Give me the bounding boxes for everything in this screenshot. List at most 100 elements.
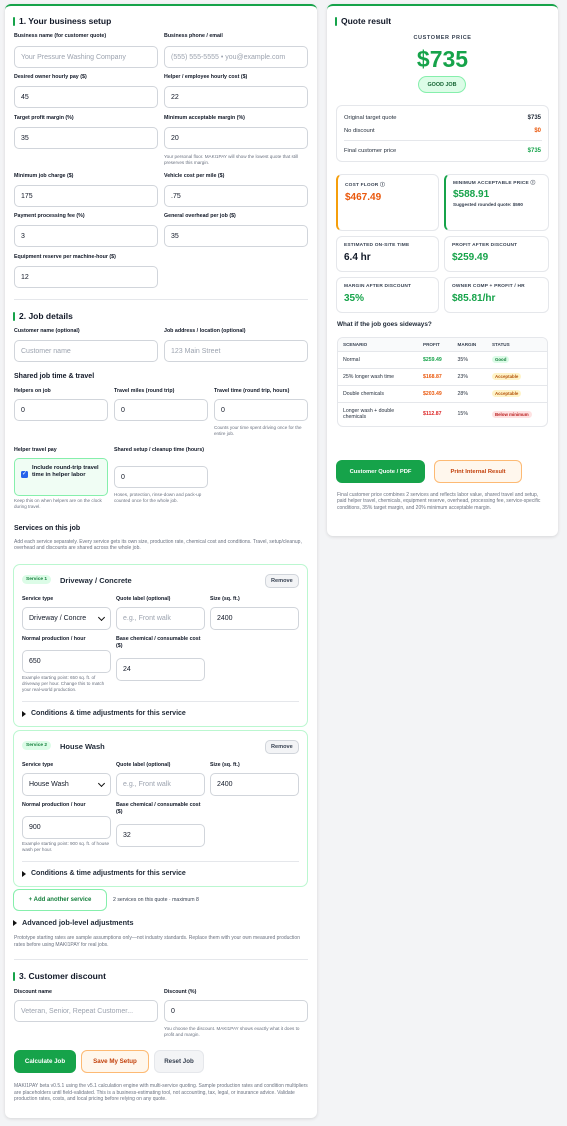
service-badge: Service 1	[22, 575, 52, 584]
chevron-down-icon	[97, 613, 106, 621]
reset-job-button[interactable]: Reset Job	[154, 1050, 204, 1073]
services-section-title: Services on this job	[14, 525, 81, 532]
min-charge-input[interactable]: 175	[14, 185, 158, 207]
scenario-cell: Longer wash + double chemicals	[343, 408, 395, 421]
travel-miles-input[interactable]: 0	[114, 399, 208, 421]
summary-label: No discount	[344, 128, 375, 134]
min-margin-input[interactable]: 20	[164, 127, 308, 149]
helpers-label: Helpers on job	[14, 388, 51, 394]
table-row: Longer wash + double chemicals $112.87 1…	[338, 402, 547, 426]
target-margin-input[interactable]: 35	[14, 127, 158, 149]
size-label: Size (sq. ft.)	[210, 762, 240, 768]
setup-cleanup-input[interactable]: 0	[114, 466, 208, 488]
chemical-cost-label: Base chemical / consumable cost ($)	[116, 802, 201, 815]
save-setup-button[interactable]: Save My Setup	[81, 1050, 149, 1073]
column-header: PROFIT	[418, 338, 453, 352]
vehicle-cost-input[interactable]: .75	[164, 185, 308, 207]
processing-fee-label: Payment processing fee (%)	[14, 213, 85, 219]
profit-cell: $203.49	[418, 385, 453, 403]
setup-cleanup-label: Shared setup / cleanup time (hours)	[114, 447, 205, 453]
quote-result-title: Quote result	[335, 16, 391, 26]
chemical-cost-label: Base chemical / consumable cost ($)	[116, 636, 201, 649]
scenario-cell: 25% longer wash time	[338, 368, 418, 386]
profit-cell: $259.49	[418, 351, 453, 369]
job-address-input[interactable]: 123 Main Street	[164, 340, 308, 362]
business-phone-input[interactable]: (555) 555-5555 • you@example.com	[164, 46, 308, 68]
customer-quote-pdf-button[interactable]: Customer Quote / PDF	[336, 460, 425, 483]
checkbox-checked-icon[interactable]: ✓	[21, 471, 28, 478]
add-service-button[interactable]: + Add another service	[13, 889, 107, 911]
service-type-label: Service type	[22, 762, 54, 768]
advanced-toggle[interactable]: Advanced job-level adjustments	[13, 918, 134, 927]
discount-percent-label: Discount (%)	[164, 989, 197, 995]
overhead-input[interactable]: 35	[164, 225, 308, 247]
service-type-label: Service type	[22, 596, 54, 602]
section-title-job: 2. Job details	[13, 311, 73, 321]
status-cell: Acceptable	[486, 368, 547, 386]
service-type-select[interactable]: Driveway / Concre	[22, 607, 111, 630]
remove-service-button[interactable]: Remove	[265, 574, 299, 588]
profit-cell: $168.87	[418, 368, 453, 386]
helper-travel-help: Keep this on when helpers are on the clo…	[14, 498, 102, 509]
customer-name-input[interactable]: Customer name	[14, 340, 158, 362]
print-internal-result-button[interactable]: Print Internal Result	[434, 460, 522, 483]
vehicle-cost-label: Vehicle cost per mile ($)	[164, 173, 225, 179]
caret-right-icon	[22, 870, 26, 877]
helpers-input[interactable]: 0	[14, 399, 108, 421]
sideways-title: What if the job goes sideways?	[337, 321, 432, 328]
equipment-reserve-input[interactable]: 12	[14, 266, 158, 288]
travel-miles-label: Travel miles (round trip)	[114, 388, 175, 394]
production-input[interactable]: 900	[22, 816, 111, 839]
accent-bar	[13, 971, 15, 981]
production-label: Normal production / hour	[22, 802, 86, 808]
owner-pay-input[interactable]: 45	[14, 86, 158, 108]
table-row: 25% longer wash time $168.87 23% Accepta…	[338, 368, 547, 386]
chemical-cost-input[interactable]: 32	[116, 824, 205, 847]
owner-pay-label: Desired owner hourly pay ($)	[14, 74, 87, 80]
min-margin-help: Your personal floor. MAKI1PAY will show …	[164, 154, 299, 165]
column-header: MARGIN	[452, 338, 487, 352]
margin-cell: 28%	[452, 385, 487, 403]
business-name-input[interactable]: Your Pressure Washing Company	[14, 46, 158, 68]
table-row: Normal $259.49 35% Good	[338, 351, 547, 369]
quote-label-input[interactable]: e.g., Front walk	[116, 607, 205, 630]
caret-right-icon	[22, 710, 26, 717]
travel-time-label: Travel time (round trip, hours)	[214, 388, 290, 394]
travel-time-input[interactable]: 0	[214, 399, 308, 421]
discount-name-input[interactable]: Veteran, Senior, Repeat Customer...	[14, 1000, 158, 1022]
business-phone-label: Business phone / email	[164, 33, 223, 39]
size-input[interactable]: 2400	[210, 773, 299, 796]
conditions-toggle[interactable]: Conditions & time adjustments for this s…	[22, 710, 186, 717]
min-charge-label: Minimum job charge ($)	[14, 173, 74, 179]
helper-cost-input[interactable]: 22	[164, 86, 308, 108]
service-type-select[interactable]: House Wash	[22, 773, 111, 796]
processing-fee-input[interactable]: 3	[14, 225, 158, 247]
status-cell: Below minimum	[487, 402, 547, 426]
service-card: Service 2 House Wash Remove Service type…	[13, 730, 308, 887]
scenario-cell: Double chemicals	[338, 385, 418, 403]
section-title-discount: 3. Customer discount	[13, 971, 106, 981]
onsite-time-card: ESTIMATED ON-SITE TIME 6.4 hr	[336, 236, 439, 272]
summary-label: Final customer price	[344, 148, 397, 154]
status-badge: Acceptable	[491, 373, 522, 380]
quote-label-input[interactable]: e.g., Front walk	[116, 773, 205, 796]
chemical-cost-input[interactable]: 24	[116, 658, 205, 681]
helper-travel-label: Helper travel pay	[14, 447, 57, 453]
helper-travel-toggle[interactable]: ✓ Include round-trip travel time in help…	[14, 458, 108, 496]
cost-floor-card: COST FLOOR ⓘ $467.49	[336, 174, 439, 231]
conditions-toggle[interactable]: Conditions & time adjustments for this s…	[22, 870, 186, 877]
table-header-row: SCENARIO PROFIT MARGIN STATUS	[338, 338, 547, 352]
size-input[interactable]: 2400	[210, 607, 299, 630]
table-row: Double chemicals $203.49 28% Acceptable	[338, 385, 547, 403]
target-margin-label: Target profit margin (%)	[14, 115, 74, 121]
discount-percent-input[interactable]: 0	[164, 1000, 308, 1022]
price-summary: Original target quote $735 No discount $…	[336, 105, 549, 162]
calculate-button[interactable]: Calculate Job	[14, 1050, 76, 1073]
scenario-table: SCENARIO PROFIT MARGIN STATUS Normal $25…	[337, 337, 548, 427]
customer-price-label: CUSTOMER PRICE	[413, 35, 472, 41]
business-name-label: Business name (for customer quote)	[14, 33, 107, 39]
helper-travel-checkbox-label: Include round-trip travel time in helper…	[32, 465, 99, 478]
remove-service-button[interactable]: Remove	[265, 740, 299, 754]
service-count: 2 services on this quote · maximum 8	[113, 897, 199, 903]
production-input[interactable]: 650	[22, 650, 111, 673]
